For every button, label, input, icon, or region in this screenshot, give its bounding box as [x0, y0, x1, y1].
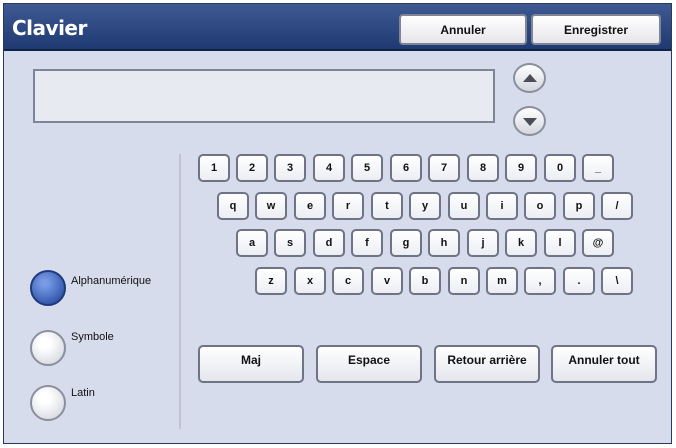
key-4[interactable]: 4 — [313, 154, 345, 182]
title-bar: Clavier Annuler Enregistrer — [4, 4, 671, 51]
key-r[interactable]: r — [332, 192, 364, 220]
key-u[interactable]: u — [448, 192, 480, 220]
radio-label-symbol: Symbole — [71, 331, 114, 343]
radio-alphanumeric[interactable] — [30, 270, 66, 306]
key-h[interactable]: h — [428, 229, 460, 257]
key-0[interactable]: 0 — [544, 154, 576, 182]
save-button[interactable]: Enregistrer — [531, 14, 661, 45]
key-3[interactable]: 3 — [274, 154, 306, 182]
key-f[interactable]: f — [351, 229, 383, 257]
key-2[interactable]: 2 — [236, 154, 268, 182]
divider — [179, 154, 181, 429]
key-m[interactable]: m — [486, 267, 518, 295]
key-underscore[interactable]: _ — [582, 154, 614, 182]
key-5[interactable]: 5 — [351, 154, 383, 182]
key-j[interactable]: j — [467, 229, 499, 257]
key-e[interactable]: e — [294, 192, 326, 220]
key-k[interactable]: k — [505, 229, 537, 257]
scroll-up-button[interactable] — [513, 63, 546, 93]
key-z[interactable]: z — [255, 267, 287, 295]
page-title: Clavier — [12, 16, 87, 40]
key-g[interactable]: g — [390, 229, 422, 257]
key-1[interactable]: 1 — [198, 154, 230, 182]
key-slash[interactable]: / — [601, 192, 633, 220]
key-t[interactable]: t — [371, 192, 403, 220]
key-7[interactable]: 7 — [428, 154, 460, 182]
space-button[interactable]: Espace — [316, 345, 422, 383]
radio-latin[interactable] — [30, 385, 66, 421]
radio-label-alphanumeric: Alphanumérique — [71, 275, 152, 287]
key-8[interactable]: 8 — [467, 154, 499, 182]
radio-symbol[interactable] — [30, 330, 66, 366]
radio-label-latin: Latin — [71, 387, 95, 399]
clear-all-button[interactable]: Annuler tout — [551, 345, 657, 383]
key-p[interactable]: p — [563, 192, 595, 220]
arrow-down-icon — [523, 118, 537, 126]
cancel-button[interactable]: Annuler — [399, 14, 527, 45]
text-input-field[interactable] — [33, 69, 495, 123]
keyboard-dialog: Clavier Annuler Enregistrer Alphanumériq… — [3, 3, 672, 444]
key-d[interactable]: d — [313, 229, 345, 257]
key-9[interactable]: 9 — [505, 154, 537, 182]
key-backslash[interactable]: \ — [601, 267, 633, 295]
key-b[interactable]: b — [409, 267, 441, 295]
key-y[interactable]: y — [409, 192, 441, 220]
key-w[interactable]: w — [255, 192, 287, 220]
arrow-up-icon — [523, 74, 537, 82]
key-comma[interactable]: , — [524, 267, 556, 295]
key-n[interactable]: n — [448, 267, 480, 295]
key-l[interactable]: l — [544, 229, 576, 257]
key-a[interactable]: a — [236, 229, 268, 257]
key-c[interactable]: c — [332, 267, 364, 295]
backspace-button[interactable]: Retour arrière — [434, 345, 540, 383]
key-period[interactable]: . — [563, 267, 595, 295]
key-6[interactable]: 6 — [390, 154, 422, 182]
key-v[interactable]: v — [371, 267, 403, 295]
key-at[interactable]: @ — [582, 229, 614, 257]
key-q[interactable]: q — [217, 192, 249, 220]
shift-button[interactable]: Maj — [198, 345, 304, 383]
scroll-down-button[interactable] — [513, 106, 546, 136]
key-x[interactable]: x — [294, 267, 326, 295]
key-o[interactable]: o — [524, 192, 556, 220]
key-i[interactable]: i — [486, 192, 518, 220]
key-s[interactable]: s — [274, 229, 306, 257]
